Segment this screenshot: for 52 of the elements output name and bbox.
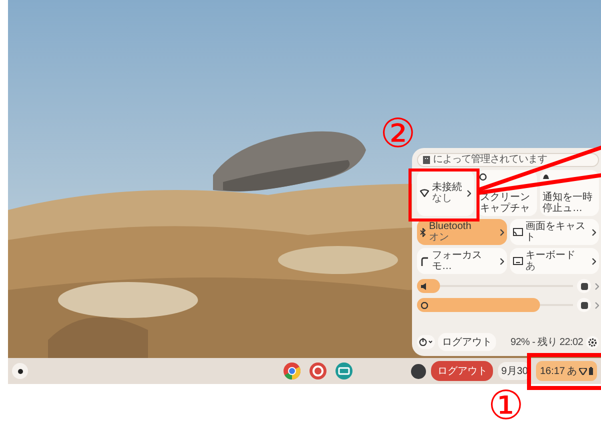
tile-status: あ: [526, 261, 536, 272]
slider[interactable]: [417, 298, 573, 312]
keyboard-icon: [512, 257, 522, 265]
speaker-icon: [421, 282, 428, 290]
tile-status: オン: [429, 232, 450, 243]
toggle-tile[interactable]: 画面をキャスト: [510, 219, 599, 245]
ime-label: あ: [567, 365, 577, 378]
step-number: ①: [488, 386, 524, 426]
status-tray[interactable]: 16:17 あ: [536, 361, 597, 381]
tile-label: スクリーンキャプチャ: [480, 192, 530, 214]
wifi-icon: [579, 368, 587, 374]
toggle-tile[interactable]: Bluetooth オン: [417, 219, 506, 245]
tile-label: 通知を一時停止ュ…: [542, 192, 592, 214]
bell-icon: [542, 173, 550, 181]
browser-icon[interactable]: [283, 362, 301, 380]
power-button[interactable]: [417, 335, 435, 349]
tile-label: キーボード: [526, 250, 576, 261]
chevron-icon: [500, 228, 504, 236]
toggle-tile[interactable]: キーボード あ: [510, 248, 599, 274]
brightness-icon: [421, 302, 428, 308]
tile-label: Bluetooth: [429, 221, 472, 232]
chevron-icon: [500, 258, 504, 264]
tile-status: なし: [432, 193, 453, 204]
avatar[interactable]: [411, 364, 426, 378]
wifi-icon: [420, 189, 429, 197]
launcher-button[interactable]: [12, 363, 28, 379]
tile-label: 画面をキャスト: [526, 221, 586, 243]
chevron-icon: [467, 190, 471, 196]
step-number: ②: [380, 114, 416, 154]
cast-icon: [512, 228, 522, 236]
building-icon: [423, 156, 430, 164]
toggle-tile[interactable]: 通知を一時停止ュ…: [540, 170, 599, 216]
chevron-icon: [592, 228, 596, 236]
bluetooth-icon: [420, 228, 426, 236]
settings-icon[interactable]: [586, 336, 599, 348]
toggle-tile[interactable]: フォーカスモ…: [417, 248, 506, 274]
logout-button[interactable]: ログアウト: [438, 333, 496, 351]
logout-button[interactable]: ログアウト: [431, 361, 494, 381]
focus-icon: [420, 256, 429, 266]
toggle-tile[interactable]: 未接続 なし: [417, 170, 474, 216]
power-icon: [419, 338, 433, 346]
chevron-icon: [595, 302, 599, 308]
battery-status: 92% - 残り 22:02: [510, 336, 583, 349]
clock-label: 16:17: [540, 366, 565, 376]
tile-label: 未接続: [432, 182, 463, 193]
tile-label: フォーカスモ…: [432, 250, 483, 272]
battery-icon: [589, 367, 593, 375]
app-icon[interactable]: [335, 362, 353, 380]
chevron-icon: [592, 258, 596, 264]
notice-text: によって管理されています: [433, 154, 547, 166]
app-icon[interactable]: [309, 362, 327, 380]
chevron-icon: [595, 282, 599, 290]
